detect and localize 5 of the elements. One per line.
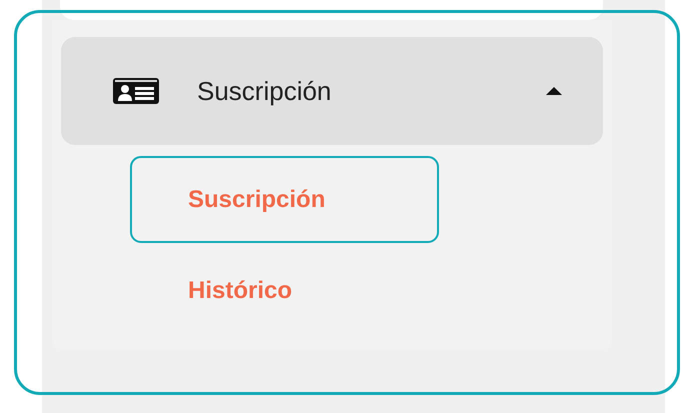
submenu-item[interactable]: Suscripción [130,156,439,243]
submenu-item[interactable]: Histórico [130,247,439,334]
menu-header[interactable]: Suscripción [61,37,603,145]
caret-icon [545,86,563,96]
id-card-icon [112,77,160,105]
